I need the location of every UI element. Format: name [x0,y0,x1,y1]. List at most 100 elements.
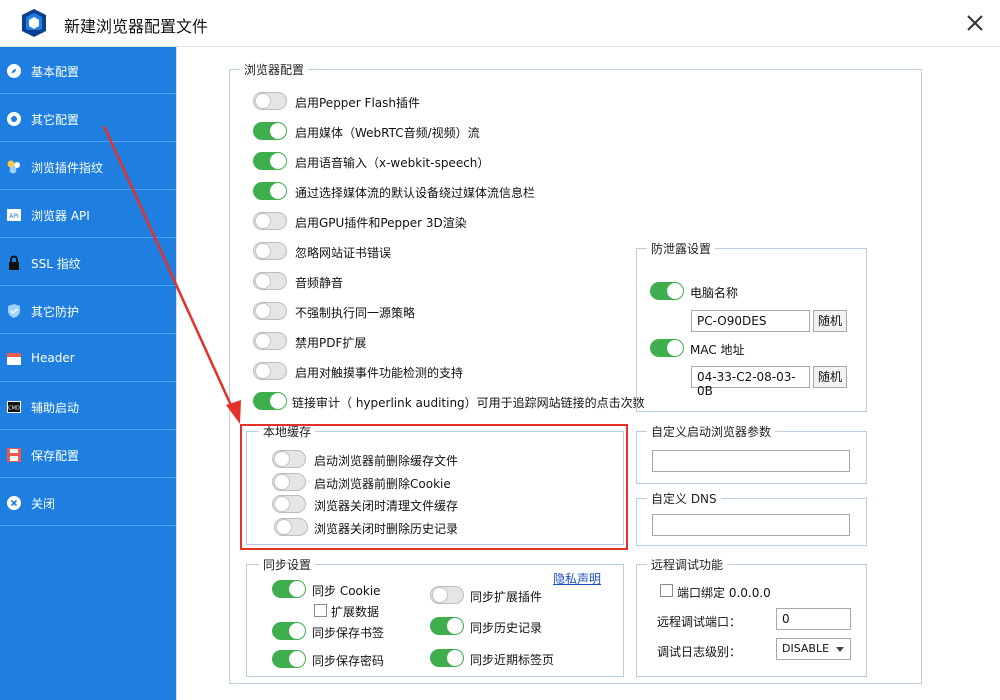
sidebar-item-header[interactable]: Header [0,335,176,382]
toggle-knob [289,623,305,639]
debug-port-label: 远程调试端口： [657,615,742,629]
toggle-knob [255,213,271,229]
toggle-knob [270,153,286,169]
window-title: 新建浏览器配置文件 [64,17,209,36]
option-label: 启用语音输入（x-webkit-speech） [295,156,490,170]
sidebar-item-browser-api[interactable]: API 浏览器 API [0,191,176,238]
custom-params-title: 自定义启动浏览器参数 [647,423,776,440]
toggle-knob [270,183,286,199]
custom-params-field[interactable] [652,450,850,472]
option-label: 同步保存书签 [312,626,385,640]
debug-port-field[interactable]: 0 [776,608,851,630]
option-label: 同步近期标签页 [470,653,555,667]
toggle-hyperlink-auditing[interactable] [253,392,287,410]
svg-text:CMD: CMD [8,406,20,412]
sidebar-divider [176,47,177,700]
option-label: 禁用PDF扩展 [295,336,367,350]
toggle-knob [255,303,271,319]
toggle-bypass-media-infobar[interactable] [253,182,287,200]
toggle-sync-cookie[interactable] [272,580,306,598]
custom-dns-field[interactable] [652,514,850,536]
toggle-webrtc-media[interactable] [253,122,287,140]
toggle-mute-audio[interactable] [253,272,287,290]
toggle-computer-name[interactable] [650,282,684,300]
sidebar-item-label: 保存配置 [31,449,80,463]
toggle-knob [270,393,286,409]
log-level-select[interactable]: DISABLE [776,638,851,660]
toggle-sync-bookmarks[interactable] [272,622,306,640]
mac-address-field[interactable]: 04-33-C2-08-03-0B [691,366,810,398]
toggle-knob [255,93,271,109]
option-label: 启用GPU插件和Pepper 3D渲染 [295,216,467,230]
sidebar-item-label: 其它配置 [31,113,80,127]
toggle-knob [289,581,305,597]
toggle-sync-history[interactable] [430,617,464,635]
option-label: 启用媒体（WebRTC音频/视频）流 [295,126,480,140]
close-icon[interactable] [960,8,990,38]
toggle-knob [447,650,463,666]
computer-name-field[interactable]: PC-O90DES [691,310,810,332]
sidebar-item-plugin-fingerprint[interactable]: 浏览插件指纹 [0,143,176,190]
sidebar-item-other-config[interactable]: 其它配置 [0,95,176,142]
header-icon [7,353,21,365]
sidebar-item-save-config[interactable]: 保存配置 [0,431,176,478]
toggle-disable-pdf[interactable] [253,332,287,350]
app-logo-icon [22,9,46,37]
option-label: 通过选择媒体流的默认设备绕过媒体流信息栏 [295,186,536,200]
sidebar-item-label: 浏览插件指纹 [31,161,104,175]
toggle-touch-events[interactable] [253,362,287,380]
sidebar-item-close[interactable]: 关闭 [0,479,176,526]
option-label: 扩展数据 [331,605,380,619]
toggle-knob [289,651,305,667]
svg-text:API: API [9,213,19,220]
puzzle-icon [7,160,20,174]
toggle-sync-extensions[interactable] [430,586,464,604]
option-label: 同步 Cookie [312,584,381,598]
lock-icon [9,255,19,270]
toggle-sync-recent-tabs[interactable] [430,649,464,667]
option-label: 启用对触摸事件功能检测的支持 [295,366,464,380]
toggle-knob [255,273,271,289]
browser-config-title: 浏览器配置 [240,61,309,78]
ext-data-checkbox[interactable] [314,604,327,617]
sidebar-item-basic-config[interactable]: 基本配置 [0,47,176,94]
privacy-link[interactable]: 隐私声明 [553,570,601,587]
toggle-knob [255,363,271,379]
random-computer-name-button[interactable]: 随机 [813,310,847,332]
cmd-icon: CMD [7,401,21,413]
close-circle-icon [7,496,21,510]
toggle-gpu-pepper-3d[interactable] [253,212,287,230]
sidebar-item-label: 辅助启动 [31,401,80,415]
toggle-speech-input[interactable] [253,152,287,170]
sidebar-item-label: 浏览器 API [31,209,90,223]
option-label: 同步历史记录 [470,621,543,635]
toggle-pepper-flash[interactable] [253,92,287,110]
title-bar: 新建浏览器配置文件 [0,0,1000,47]
log-level-value: DISABLE [782,642,830,655]
highlight-box [240,424,628,550]
option-label: 忽略网站证书错误 [295,246,392,260]
sync-title: 同步设置 [259,556,316,573]
toggle-ignore-cert-errors[interactable] [253,242,287,260]
leak-protect-title: 防泄露设置 [647,240,716,257]
sidebar-item-label: 其它防护 [31,305,80,319]
api-icon: API [7,209,21,221]
sidebar-item-label: 基本配置 [31,65,80,79]
option-label: 同步保存密码 [312,654,385,668]
toggle-sync-passwords[interactable] [272,650,306,668]
sidebar-item-ssl-fingerprint[interactable]: SSL 指纹 [0,239,176,286]
custom-dns-title: 自定义 DNS [647,490,721,507]
log-level-label: 调试日志级别： [657,645,742,659]
option-label: 电脑名称 [690,286,739,300]
port-bind-checkbox[interactable] [660,584,673,597]
remote-debug-title: 远程调试功能 [647,556,728,573]
random-mac-button[interactable]: 随机 [813,366,847,388]
toggle-mac-address[interactable] [650,339,684,357]
sidebar-item-other-protection[interactable]: 其它防护 [0,287,176,334]
compass-icon [7,64,21,78]
toggle-knob [432,587,448,603]
toggle-knob [447,618,463,634]
sidebar-item-launch-assist[interactable]: CMD 辅助启动 [0,383,176,430]
toggle-same-origin-policy[interactable] [253,302,287,320]
chrome-icon [7,112,21,126]
